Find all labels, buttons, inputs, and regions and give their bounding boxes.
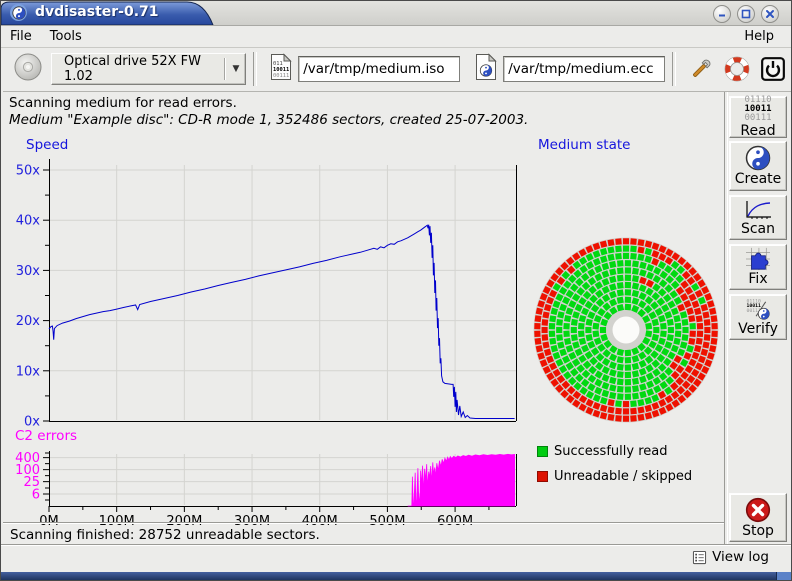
window-bottom-frame <box>1 572 791 581</box>
view-log-label: View log <box>712 549 769 565</box>
fix-button[interactable]: Fix <box>729 244 787 290</box>
svg-text:25: 25 <box>23 475 40 490</box>
app-window: dvdisaster-0.71 File Tools Help <box>0 0 792 581</box>
speed-chart: 0x10x20x30x40x50x <box>16 159 517 430</box>
scan-button[interactable]: Scan <box>729 195 787 240</box>
verify-button[interactable]: 01110 10011 00111 Verify <box>729 294 787 340</box>
puzzle-icon <box>743 247 773 271</box>
legend-skipped-label: Unreadable / skipped <box>554 469 692 484</box>
ecc-file-icon <box>474 53 498 85</box>
menubar: File Tools Help <box>1 25 791 48</box>
combo-separator <box>224 58 225 80</box>
verify-icon: 01110 10011 00111 <box>743 297 773 321</box>
minimize-icon <box>717 9 727 19</box>
window-title: dvdisaster-0.71 <box>35 4 159 20</box>
svg-text:20x: 20x <box>16 314 41 329</box>
svg-text:50x: 50x <box>16 164 41 179</box>
toolbar-separator2 <box>672 52 676 86</box>
preferences-button[interactable] <box>686 54 716 84</box>
app-logo-icon <box>10 4 27 21</box>
toolbar-separator <box>253 52 257 86</box>
iso-path-input[interactable] <box>298 56 460 82</box>
svg-text:10x: 10x <box>16 364 41 379</box>
stop-button-label: Stop <box>742 523 774 539</box>
stop-button[interactable]: Stop <box>729 493 787 542</box>
c2-errors-label: C2 errors <box>15 428 77 444</box>
binary-icon: 01110 10011 00111 <box>744 96 771 123</box>
svg-text:40x: 40x <box>16 214 41 229</box>
iso-file-icon: 011 10011 00111 <box>269 53 293 85</box>
title-tab: dvdisaster-0.71 <box>1 1 221 25</box>
resize-grip[interactable] <box>776 572 791 581</box>
drive-select[interactable]: Optical drive 52X FW 1.02 ▼ <box>51 53 246 85</box>
statusbar: View log <box>1 546 791 572</box>
maximize-icon <box>741 9 751 19</box>
action-pane: 01110 10011 00111 Read Create Scan Fix <box>725 92 792 545</box>
svg-text:100: 100 <box>15 463 40 478</box>
legend-read: Successfully read <box>537 442 692 460</box>
wrench-icon <box>688 56 714 82</box>
close-button[interactable] <box>761 5 779 23</box>
lifesaver-icon <box>724 56 750 82</box>
cd-drive-icon <box>13 52 43 86</box>
scan-curve-icon <box>743 199 773 221</box>
menu-file[interactable]: File <box>1 27 41 46</box>
toolbar: Optical drive 52X FW 1.02 ▼ 011 10011 00… <box>3 47 791 92</box>
yin-yang-icon <box>745 145 771 171</box>
titlebar[interactable]: dvdisaster-0.71 <box>1 1 791 26</box>
create-button-label: Create <box>735 171 782 187</box>
view-log-button[interactable]: View log <box>692 549 769 565</box>
legend-skipped: Unreadable / skipped <box>537 467 692 485</box>
power-icon <box>760 56 786 82</box>
skipped-swatch <box>537 471 548 482</box>
legend-read-label: Successfully read <box>554 444 667 459</box>
log-icon <box>692 550 707 565</box>
verify-button-label: Verify <box>738 321 778 337</box>
close-icon <box>765 9 775 19</box>
svg-text:30x: 30x <box>16 264 41 279</box>
create-button[interactable]: Create <box>729 141 787 191</box>
minimize-button[interactable] <box>713 5 731 23</box>
footer-separator <box>3 522 724 524</box>
read-button-label: Read <box>740 123 775 139</box>
menu-help[interactable]: Help <box>735 27 783 46</box>
drive-select-value: Optical drive 52X FW 1.02 <box>64 54 216 84</box>
window-controls <box>713 5 779 23</box>
stop-icon <box>745 497 771 523</box>
svg-text:00111: 00111 <box>273 73 289 79</box>
maximize-button[interactable] <box>737 5 755 23</box>
svg-text:6: 6 <box>32 488 40 503</box>
status-line2: Medium "Example disc": CD-R mode 1, 3524… <box>9 112 528 128</box>
read-swatch <box>537 446 548 457</box>
scan-result-text: Scanning finished: 28752 unreadable sect… <box>10 527 320 543</box>
medium-state-label: Medium state <box>538 137 630 153</box>
help-button[interactable] <box>722 54 752 84</box>
scan-button-label: Scan <box>741 221 775 237</box>
menu-tools[interactable]: Tools <box>41 27 91 46</box>
chevron-down-icon: ▼ <box>232 64 239 74</box>
ecc-path-input[interactable] <box>503 56 665 82</box>
c2-errors-chart: 4001002560M100M200M300M400M500M600M <box>15 451 516 529</box>
disc-visualization <box>534 238 719 423</box>
svg-text:400: 400 <box>15 451 40 466</box>
fix-button-label: Fix <box>748 271 767 287</box>
read-button[interactable]: 01110 10011 00111 Read <box>729 96 787 138</box>
legend: Successfully read Unreadable / skipped <box>537 442 692 492</box>
quit-button[interactable] <box>758 54 788 84</box>
speed-label: Speed <box>26 137 68 153</box>
status-line1: Scanning medium for read errors. <box>9 95 237 111</box>
